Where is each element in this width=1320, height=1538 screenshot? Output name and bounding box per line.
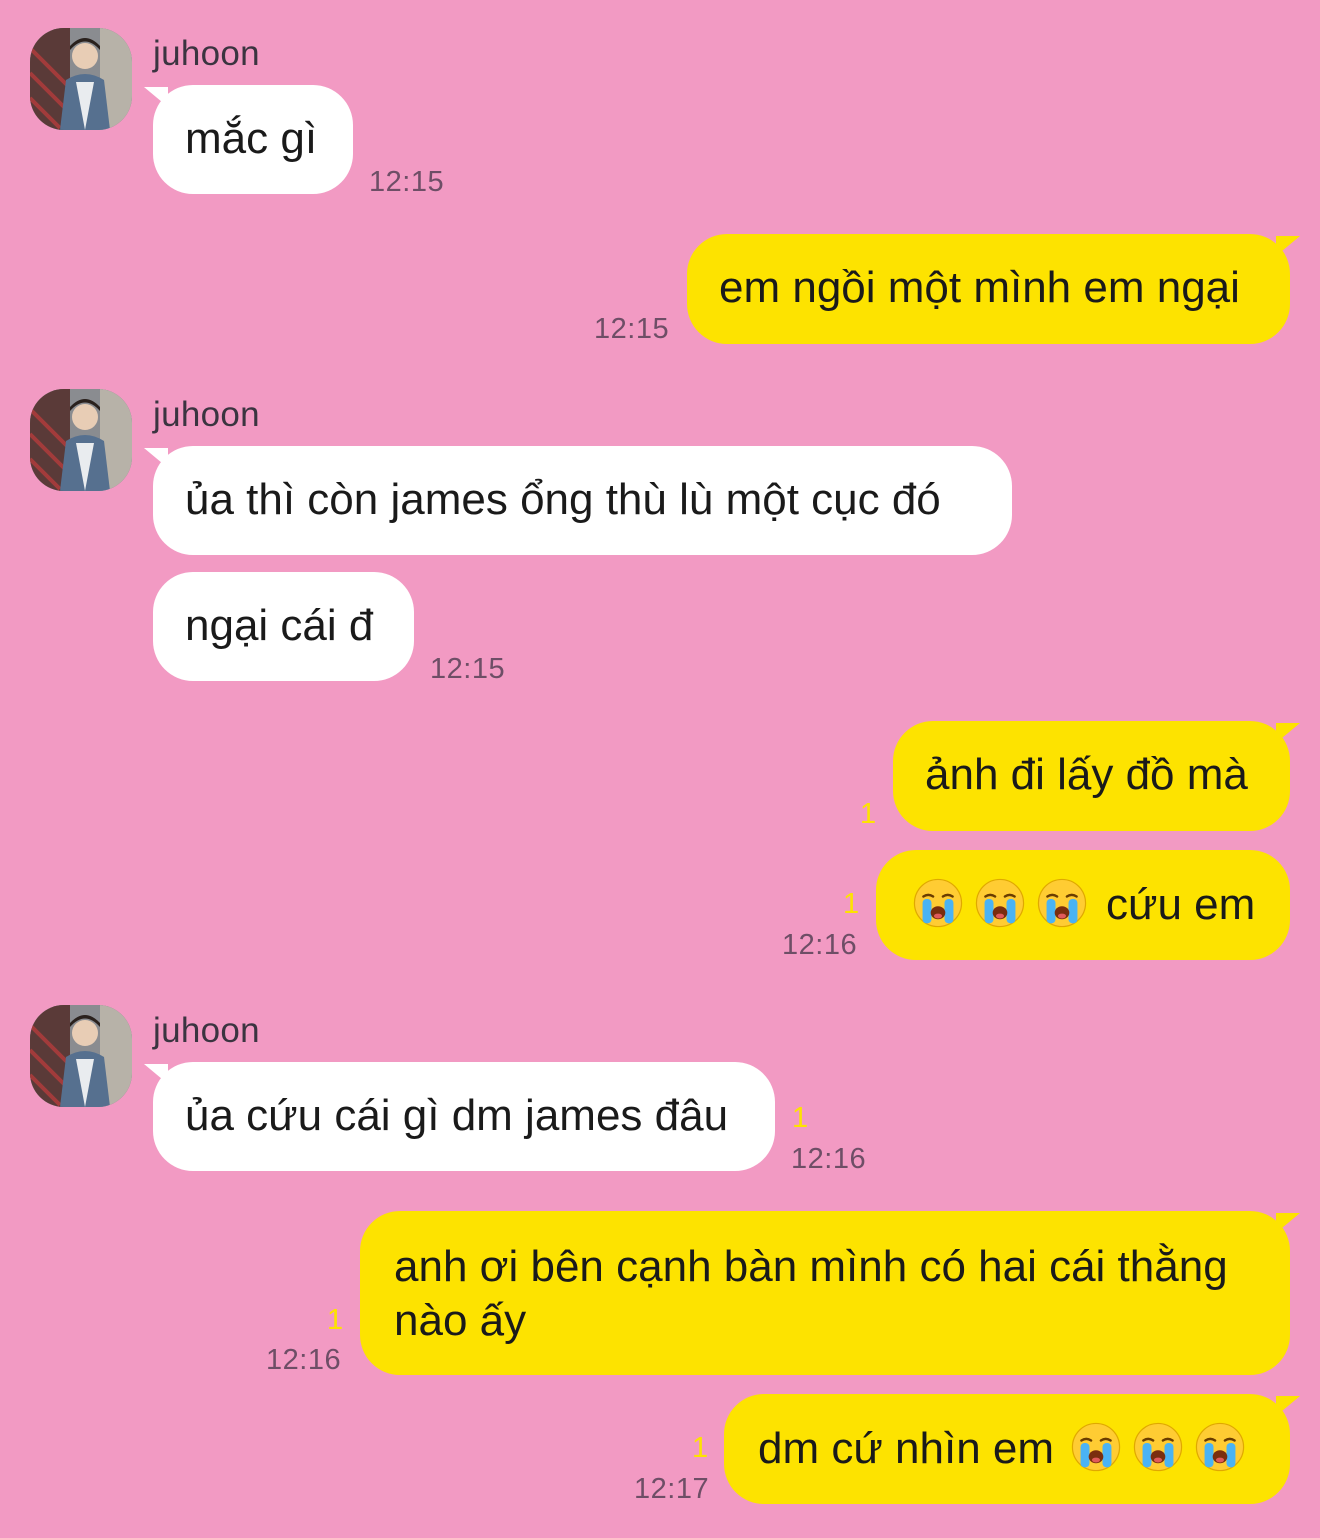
bubble-tail bbox=[144, 87, 168, 107]
unread-count: 1 bbox=[843, 888, 860, 920]
message-text: cứu em bbox=[1106, 880, 1256, 929]
message-text: ngại cái đ bbox=[185, 601, 374, 650]
message-bubble[interactable]: cứu em bbox=[876, 850, 1290, 960]
sender-name: juhoon bbox=[153, 34, 260, 73]
timestamp: 12:17 bbox=[634, 1473, 710, 1505]
message-bubble[interactable]: em ngồi một mình em ngại bbox=[687, 234, 1300, 344]
message-text: em ngồi một mình em ngại bbox=[719, 263, 1240, 312]
message-bubble[interactable]: anh ơi bên cạnh bàn mình có hai cái thằn… bbox=[360, 1211, 1300, 1375]
message-bubble[interactable]: dm cứ nhìn em bbox=[724, 1394, 1300, 1504]
timestamp: 12:15 bbox=[369, 166, 445, 198]
timestamp: 12:16 bbox=[791, 1143, 867, 1175]
message-bubble[interactable]: mắc gì bbox=[144, 85, 353, 194]
loudly-crying-face-icon bbox=[974, 877, 1026, 929]
sender-name: juhoon bbox=[153, 1011, 260, 1050]
profile-photo-icon bbox=[30, 389, 132, 491]
message-bubble[interactable]: ủa cứu cái gì dm james đâu bbox=[144, 1062, 775, 1171]
avatar[interactable] bbox=[30, 1005, 132, 1107]
bubble-tail bbox=[1276, 723, 1300, 743]
loudly-crying-face-icon bbox=[1036, 877, 1088, 929]
loudly-crying-face-icon bbox=[1194, 1421, 1246, 1473]
unread-count: 1 bbox=[327, 1304, 344, 1336]
profile-photo-icon bbox=[30, 1005, 132, 1107]
message-bubble[interactable]: ảnh đi lấy đồ mà bbox=[893, 721, 1300, 831]
bubble-tail bbox=[1276, 236, 1300, 256]
unread-count: 1 bbox=[792, 1102, 809, 1134]
sender-name: juhoon bbox=[153, 395, 260, 434]
bubble-tail bbox=[144, 1064, 168, 1084]
bubble-tail bbox=[1276, 1213, 1300, 1233]
unread-count: 1 bbox=[860, 798, 877, 830]
bubble-tail bbox=[1276, 1396, 1300, 1416]
loudly-crying-face-icon bbox=[912, 877, 964, 929]
message-bubble[interactable]: ngại cái đ bbox=[153, 572, 414, 681]
loudly-crying-face-icon bbox=[1132, 1421, 1184, 1473]
profile-photo-icon bbox=[30, 28, 132, 130]
timestamp: 12:16 bbox=[266, 1344, 342, 1376]
message-text: ủa cứu cái gì dm james đâu bbox=[185, 1091, 729, 1140]
message-text: ủa thì còn james ổng thù lù một cục đó bbox=[185, 475, 941, 524]
message-text: anh ơi bên cạnh bàn mình có hai cái thằn… bbox=[394, 1242, 1228, 1345]
message-text: mắc gì bbox=[185, 114, 318, 163]
timestamp: 12:15 bbox=[430, 653, 506, 685]
timestamp: 12:15 bbox=[594, 313, 670, 345]
avatar[interactable] bbox=[30, 28, 132, 130]
loudly-crying-face-icon bbox=[1070, 1421, 1122, 1473]
unread-count: 1 bbox=[692, 1432, 709, 1464]
message-text: ảnh đi lấy đồ mà bbox=[925, 750, 1248, 799]
avatar[interactable] bbox=[30, 389, 132, 491]
timestamp: 12:16 bbox=[782, 929, 858, 961]
message-bubble[interactable]: ủa thì còn james ổng thù lù một cục đó bbox=[144, 446, 1012, 555]
bubble-tail bbox=[144, 448, 168, 468]
message-text: dm cứ nhìn em bbox=[758, 1424, 1055, 1473]
